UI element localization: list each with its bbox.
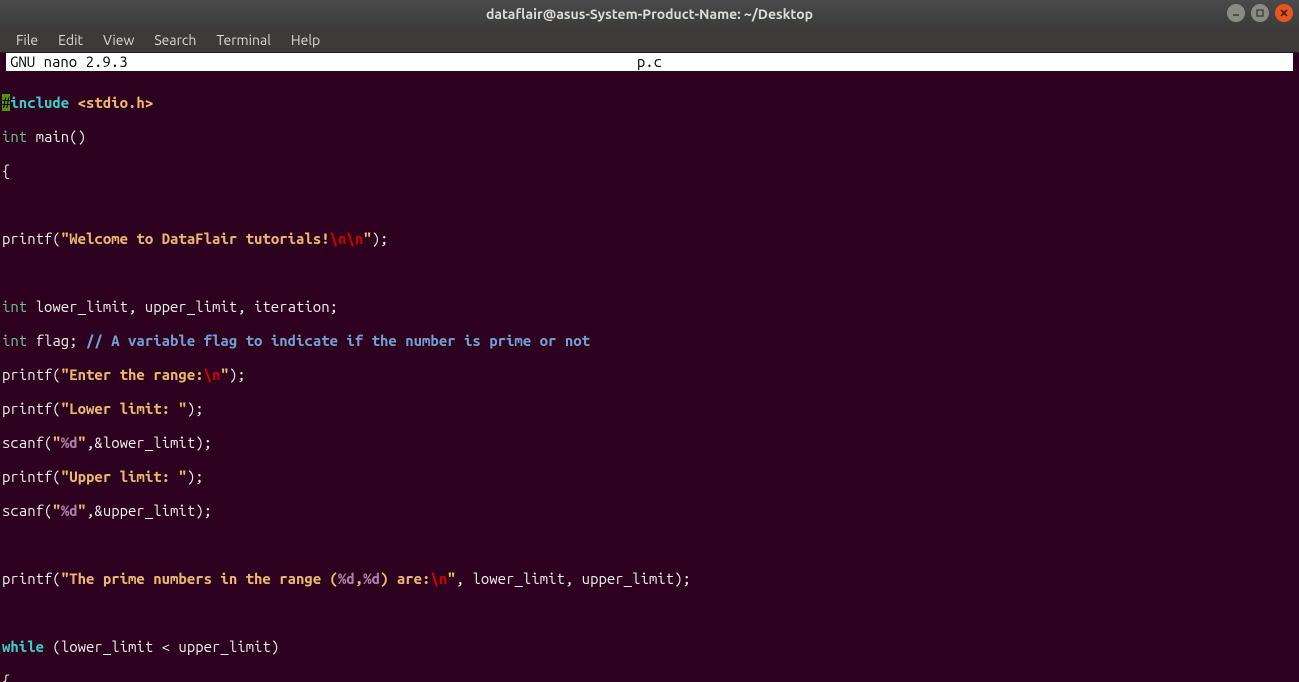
code-line: int lower_limit, upper_limit, iteration;	[2, 298, 1297, 315]
code-line: printf("Enter the range:\n");	[2, 366, 1297, 383]
close-button[interactable]	[1275, 4, 1293, 22]
code-line	[2, 536, 1297, 553]
minimize-button[interactable]	[1227, 4, 1245, 22]
code-line: printf("Welcome to DataFlair tutorials!\…	[2, 230, 1297, 247]
menu-search[interactable]: Search	[144, 29, 206, 51]
menu-view[interactable]: View	[93, 29, 144, 51]
code-line	[2, 264, 1297, 281]
code-line: printf("The prime numbers in the range (…	[2, 570, 1297, 587]
code-line: #include <stdio.h>	[2, 94, 1297, 111]
code-line: {	[2, 672, 1297, 682]
code-line: scanf("%d",&lower_limit);	[2, 434, 1297, 451]
menu-terminal[interactable]: Terminal	[206, 29, 281, 51]
code-line	[2, 196, 1297, 213]
window-title: dataflair@asus-System-Product-Name: ~/De…	[486, 6, 813, 22]
window-controls	[1227, 4, 1293, 22]
code-line	[2, 604, 1297, 621]
menu-file[interactable]: File	[6, 29, 48, 51]
editor-area[interactable]: #include <stdio.h> int main() { printf("…	[0, 71, 1299, 682]
code-line: {	[2, 162, 1297, 179]
menu-edit[interactable]: Edit	[48, 29, 93, 51]
code-line: while (lower_limit < upper_limit)	[2, 638, 1297, 655]
maximize-button[interactable]	[1251, 4, 1269, 22]
code-line: printf("Upper limit: ");	[2, 468, 1297, 485]
nano-filename: p.c	[6, 53, 1293, 71]
code-line: printf("Lower limit: ");	[2, 400, 1297, 417]
window-titlebar: dataflair@asus-System-Product-Name: ~/De…	[0, 0, 1299, 28]
menu-help[interactable]: Help	[281, 29, 330, 51]
menubar: File Edit View Search Terminal Help	[0, 28, 1299, 53]
code-line: int main()	[2, 128, 1297, 145]
nano-header: GNU nano 2.9.3 p.c	[6, 53, 1293, 71]
code-line: scanf("%d",&upper_limit);	[2, 502, 1297, 519]
code-line: int flag; // A variable flag to indicate…	[2, 332, 1297, 349]
